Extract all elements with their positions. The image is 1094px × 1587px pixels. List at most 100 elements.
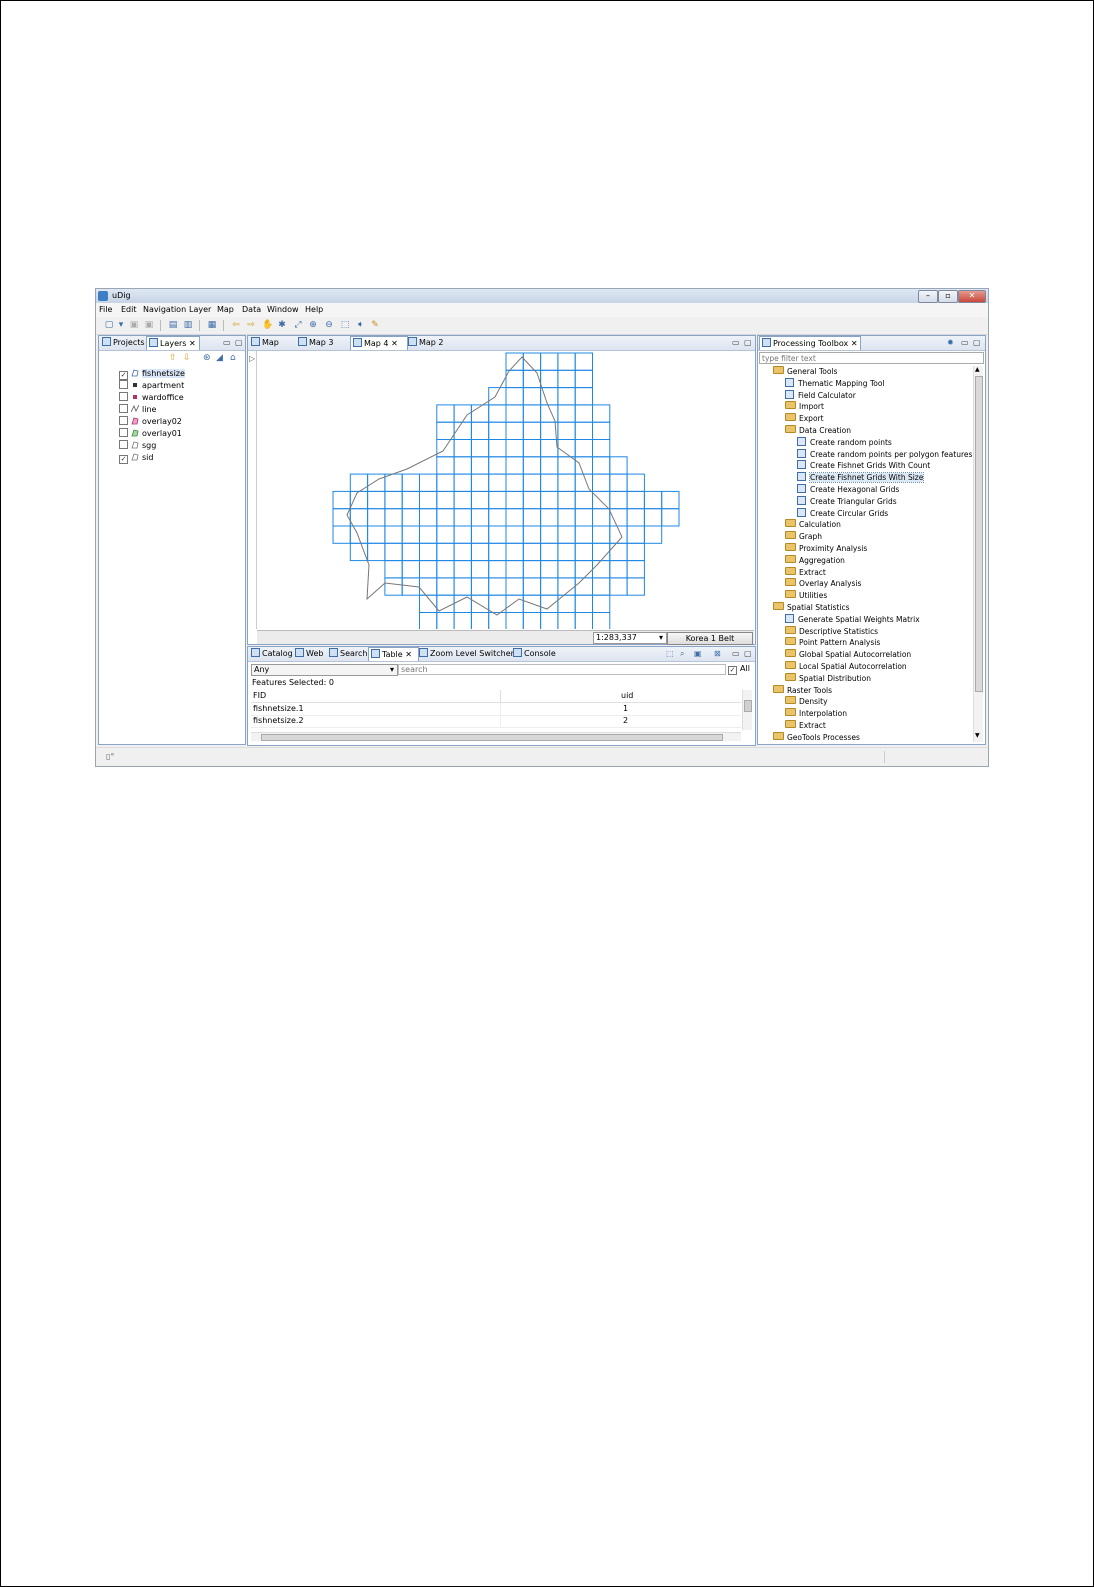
map-canvas[interactable] — [256, 351, 755, 631]
tree-folder[interactable]: Utilities — [785, 590, 827, 601]
attribute-filter-select[interactable]: Any ▾ — [251, 664, 398, 676]
tree-folder[interactable]: Export — [785, 413, 824, 424]
crs-button[interactable]: Korea 1 Belt — [667, 632, 753, 645]
close-tab-icon[interactable]: ✕ — [851, 339, 858, 348]
tree-tool-item[interactable]: Create random points per polygon feature… — [797, 448, 972, 460]
tree-folder[interactable]: Extract — [785, 720, 826, 731]
style-icon[interactable]: ◢ — [216, 353, 223, 363]
remove-layer-icon[interactable]: ⌂ — [230, 353, 236, 363]
tab-catalog[interactable]: Catalog — [249, 647, 293, 660]
column-header-fid[interactable]: FID — [253, 690, 266, 701]
minimize-panel-icon[interactable]: ▭ — [732, 649, 740, 658]
pan-icon[interactable]: ✋ — [262, 320, 273, 330]
tree-tool-item[interactable]: Create Circular Grids — [797, 507, 888, 519]
layer-checkbox[interactable] — [119, 428, 128, 437]
save-icon[interactable]: ▣ — [129, 320, 139, 330]
tree-folder[interactable]: Global Spatial Autocorrelation — [785, 649, 911, 660]
promote-icon[interactable]: ▣ — [694, 649, 702, 658]
tree-folder[interactable]: Point Pattern Analysis — [785, 637, 880, 648]
layer-overlay02[interactable]: overlay02 — [119, 416, 182, 428]
table-vertical-scrollbar[interactable] — [742, 690, 752, 730]
clear-selection-icon[interactable]: ⊠ — [714, 649, 721, 658]
scroll-up-icon[interactable]: ▲ — [975, 366, 980, 373]
close-tab-icon[interactable]: ✕ — [189, 339, 196, 348]
tree-folder[interactable]: Graph — [785, 531, 822, 542]
tree-tool-item[interactable]: Create Fishnet Grids With Count — [797, 460, 930, 471]
tree-folder[interactable]: Spatial Distribution — [785, 672, 871, 684]
tree-folder[interactable]: Interpolation — [785, 708, 847, 719]
new-icon[interactable]: ▢ — [104, 320, 114, 330]
tree-folder[interactable]: Data Creation — [785, 425, 851, 436]
fast-view-icon[interactable]: ▯° — [106, 752, 114, 761]
dropdown-arrow-icon[interactable]: ▾ — [116, 320, 126, 330]
tab-map-2[interactable]: Map 2 — [406, 336, 460, 349]
menu-data[interactable]: Data — [242, 305, 261, 314]
menu-map[interactable]: Map — [217, 305, 234, 314]
move-up-icon[interactable]: ⇧ — [169, 353, 177, 363]
maximize-panel-icon[interactable]: ▢ — [235, 338, 243, 347]
info-icon[interactable]: ✱ — [277, 320, 287, 330]
scale-selector[interactable]: 1:283,337 ▾ — [593, 632, 667, 644]
zoom-selection-icon[interactable]: ⌕ — [680, 649, 684, 659]
menu-help[interactable]: Help — [305, 305, 323, 314]
tree-folder[interactable]: Proximity Analysis — [785, 543, 867, 554]
scroll-down-icon[interactable]: ▼ — [975, 732, 980, 739]
layer-sid[interactable]: ✓ sid — [119, 452, 153, 464]
close-tab-icon[interactable]: ✕ — [405, 650, 412, 659]
layer-overlay01[interactable]: overlay01 — [119, 428, 182, 440]
move-down-icon[interactable]: ⇩ — [183, 353, 191, 363]
table-row[interactable]: fishnetsize.2 2 — [251, 715, 741, 728]
menu-window[interactable]: Window — [267, 305, 299, 314]
tab-map[interactable]: Map — [249, 336, 295, 349]
tree-folder[interactable]: Local Spatial Autocorrelation — [785, 661, 907, 672]
tab-table[interactable]: Table ✕ — [368, 647, 419, 661]
tab-projects[interactable]: Projects — [100, 336, 146, 349]
layer-checkbox[interactable] — [119, 440, 128, 449]
tree-tool-item[interactable]: Create Triangular Grids — [797, 495, 897, 507]
import-icon[interactable]: ▤ — [168, 320, 178, 330]
tree-folder[interactable]: Descriptive Statistics — [785, 625, 878, 637]
restore-window-button[interactable]: ▫ — [938, 290, 958, 303]
tree-folder[interactable]: Import — [785, 401, 824, 412]
tree-tool-item[interactable]: Create random points — [797, 436, 892, 448]
layer-checkbox[interactable] — [119, 392, 128, 401]
minimize-panel-icon[interactable]: ▭ — [961, 338, 969, 347]
column-header-uid[interactable]: uid — [621, 690, 633, 701]
save-all-icon[interactable]: ▣ — [144, 320, 154, 330]
tree-folder[interactable]: Density — [785, 696, 828, 707]
table-horizontal-scrollbar[interactable] — [251, 732, 741, 741]
minimize-panel-icon[interactable]: ▭ — [732, 338, 740, 347]
tree-folder[interactable]: Extract — [785, 566, 826, 578]
scrollbar-thumb[interactable] — [744, 700, 752, 712]
layer-checkbox[interactable] — [119, 416, 128, 425]
checkbox[interactable]: ✓ — [728, 666, 737, 675]
maximize-panel-icon[interactable]: ▢ — [973, 338, 981, 347]
tree-tool-item[interactable]: Field Calculator — [785, 389, 856, 401]
zoom-out-icon[interactable]: ⊖ — [324, 320, 334, 330]
edit-pencil-icon[interactable]: ✎ — [370, 320, 380, 330]
tree-tool-item[interactable]: Create Fishnet Grids With Size — [797, 472, 925, 484]
maximize-panel-icon[interactable]: ▢ — [744, 338, 752, 347]
tree-tool-item[interactable]: Create Hexagonal Grids — [797, 484, 899, 495]
add-layer-icon[interactable]: ⊛ — [203, 353, 211, 363]
tree-folder[interactable]: General Tools — [773, 366, 837, 377]
tree-folder[interactable]: GeoTools Processes — [773, 731, 860, 742]
tab-map-4[interactable]: Map 4 ✕ — [350, 336, 408, 350]
tab-layers[interactable]: Layers ✕ — [146, 336, 200, 350]
zoom-extent-icon[interactable]: ⤢ — [293, 320, 303, 330]
layer-checkbox[interactable]: ✓ — [119, 455, 128, 464]
tree-tool-item[interactable]: Generate Spatial Weights Matrix — [785, 613, 920, 625]
tab-console[interactable]: Console — [511, 647, 558, 660]
minimize-window-button[interactable]: – — [918, 290, 938, 303]
menu-edit[interactable]: Edit — [121, 305, 137, 314]
back-arrow-icon[interactable]: ⇦ — [231, 320, 241, 330]
select-icon[interactable]: ⬚ — [340, 320, 350, 330]
layer-checkbox[interactable] — [119, 404, 128, 413]
tab-search[interactable]: Search — [327, 647, 369, 660]
table-search-input[interactable] — [398, 664, 726, 675]
tab-zoom-level-switcher[interactable]: Zoom Level Switcher — [417, 647, 514, 660]
tab-processing-toolbox[interactable]: Processing Toolbox ✕ — [759, 336, 861, 350]
layer-apartment[interactable]: apartment — [119, 380, 184, 392]
maximize-panel-icon[interactable]: ▢ — [744, 649, 752, 658]
tree-folder[interactable]: Aggregation — [785, 554, 845, 566]
